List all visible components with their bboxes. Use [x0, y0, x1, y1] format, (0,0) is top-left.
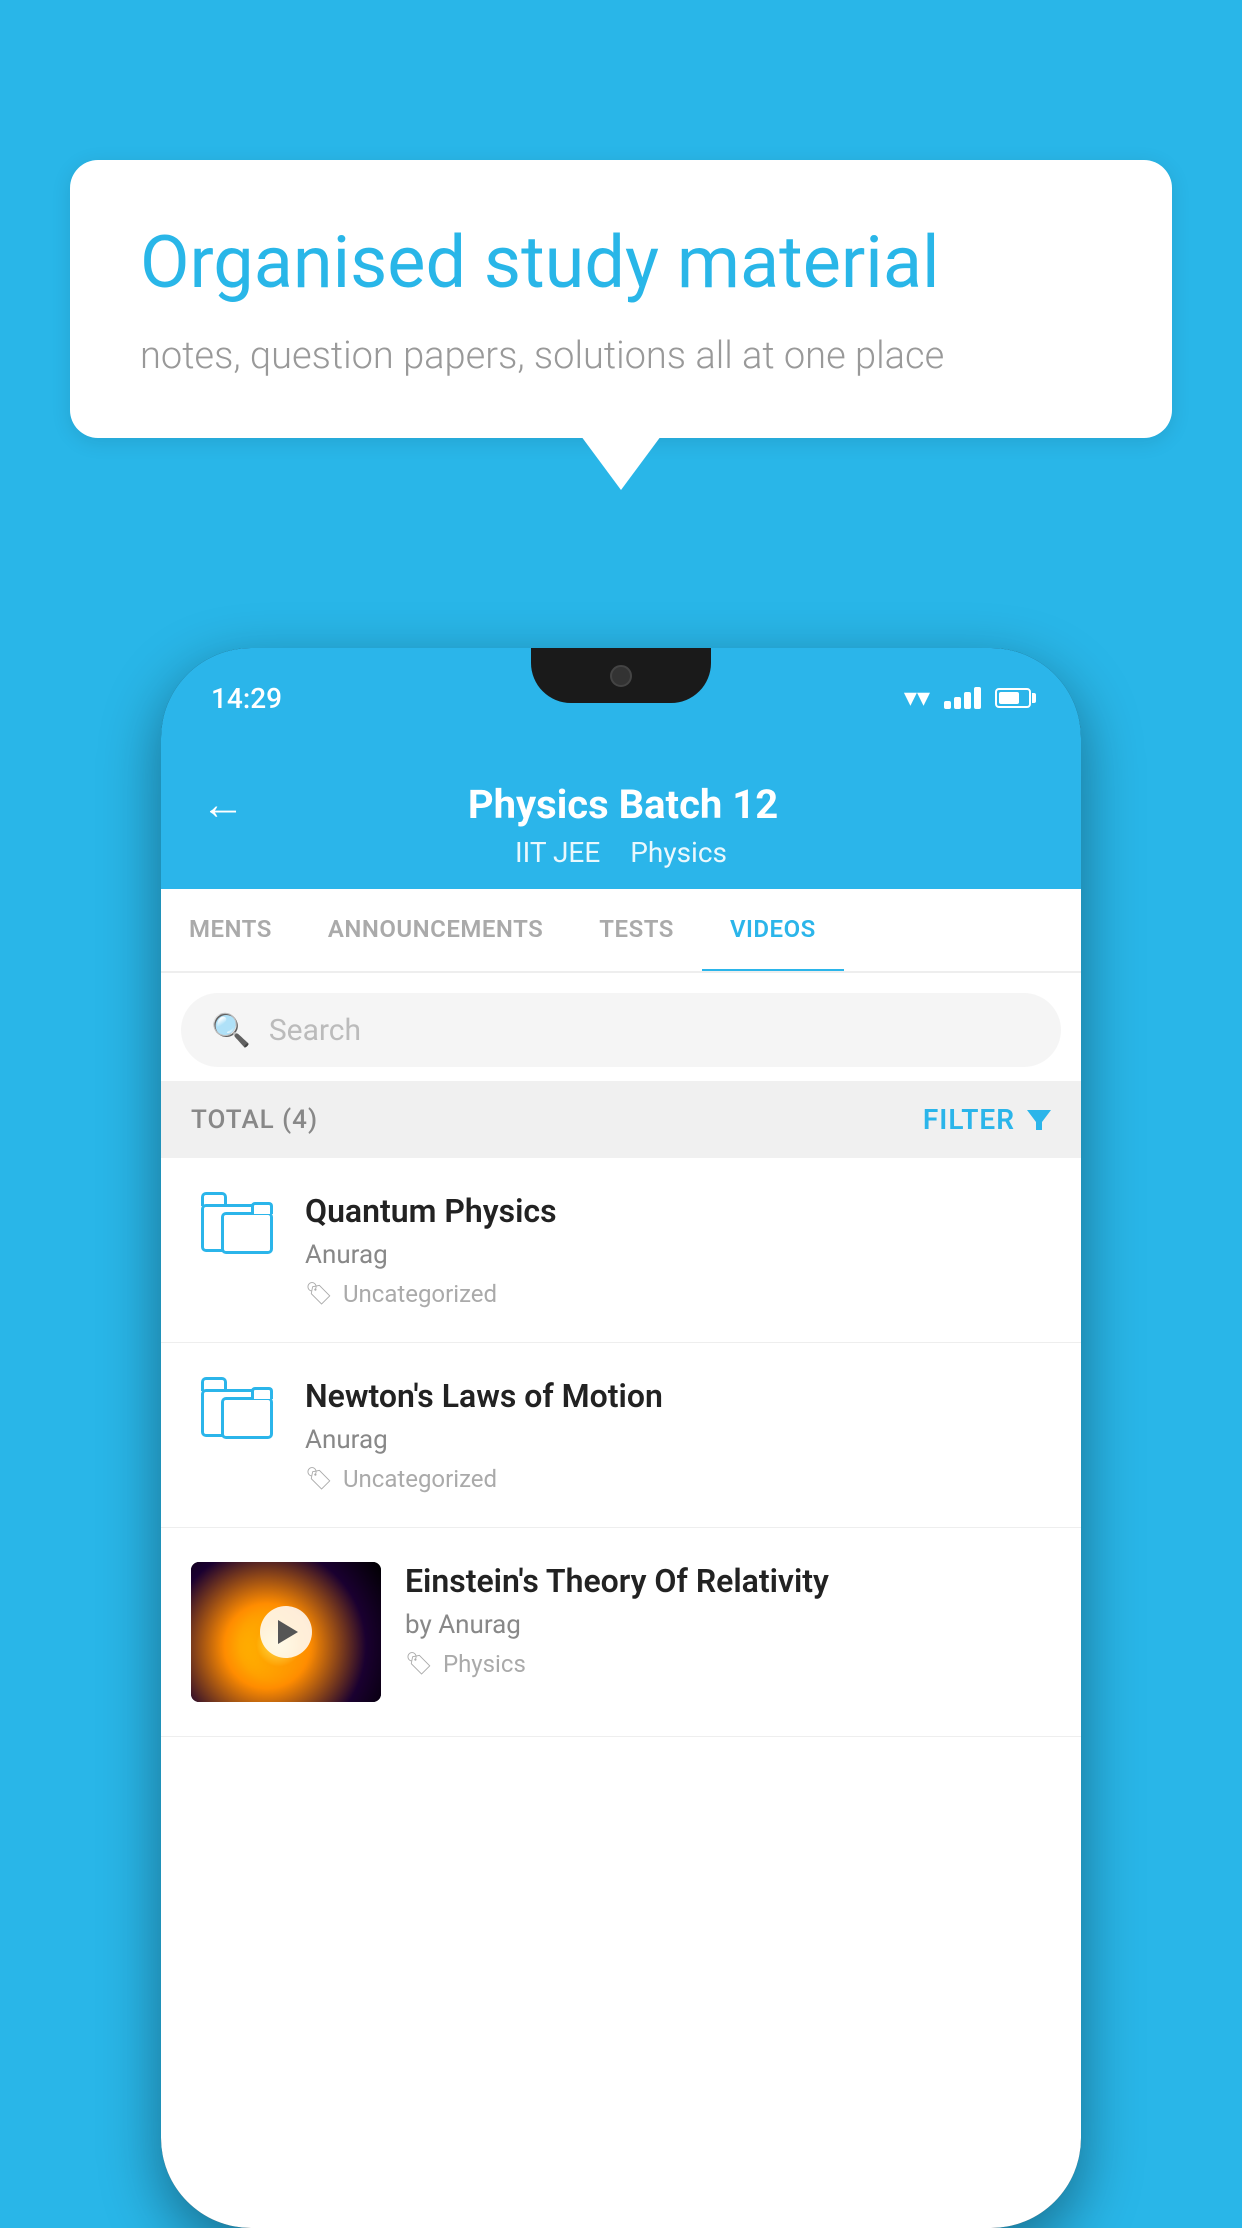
tab-tests[interactable]: TESTS: [571, 889, 702, 971]
speech-bubble: Organised study material notes, question…: [70, 160, 1172, 438]
phone-notch: [531, 648, 711, 703]
tab-ments[interactable]: MENTS: [161, 889, 300, 971]
video-title: Quantum Physics: [305, 1192, 1051, 1230]
subtitle-physics: Physics: [630, 836, 727, 869]
video-tag: 🏷 Uncategorized: [305, 1465, 1051, 1493]
video-author: by Anurag: [405, 1610, 1051, 1640]
signal-icon: [944, 687, 981, 709]
search-icon: 🔍: [211, 1011, 251, 1049]
video-tag: 🏷 Physics: [405, 1650, 1051, 1678]
tab-videos[interactable]: VIDEOS: [702, 889, 844, 973]
folder-icon: [191, 1377, 281, 1437]
tab-announcements[interactable]: ANNOUNCEMENTS: [300, 889, 571, 971]
filter-button[interactable]: FILTER: [923, 1103, 1051, 1136]
tabs-bar: MENTS ANNOUNCEMENTS TESTS VIDEOS: [161, 889, 1081, 973]
camera: [610, 665, 632, 687]
video-info: Einstein's Theory Of Relativity by Anura…: [405, 1562, 1051, 1678]
search-input[interactable]: Search: [269, 1013, 361, 1048]
wifi-icon: ▾▾: [904, 683, 930, 713]
header-top: ← Physics Batch 12: [201, 778, 1041, 830]
list-item[interactable]: Einstein's Theory Of Relativity by Anura…: [161, 1528, 1081, 1737]
folder-icon: [191, 1192, 281, 1252]
video-thumbnail: [191, 1562, 381, 1702]
video-info: Quantum Physics Anurag 🏷 Uncategorized: [305, 1192, 1051, 1308]
battery-icon: [995, 688, 1031, 708]
phone-frame: 14:29 ▾▾ ← Physics Batch 12 I: [161, 648, 1081, 2228]
video-title: Newton's Laws of Motion: [305, 1377, 1051, 1415]
filter-bar: TOTAL (4) FILTER: [161, 1081, 1081, 1158]
tag-icon: 🏷: [305, 1282, 333, 1307]
status-icons: ▾▾: [904, 683, 1031, 713]
filter-funnel-icon: [1027, 1110, 1051, 1130]
video-author: Anurag: [305, 1425, 1051, 1455]
video-title: Einstein's Theory Of Relativity: [405, 1562, 1051, 1600]
play-button[interactable]: [260, 1606, 312, 1658]
header-subtitle: IIT JEE Physics: [515, 836, 727, 869]
subtitle-iitjee: IIT JEE: [515, 836, 600, 869]
status-bar: 14:29 ▾▾: [161, 648, 1081, 748]
status-time: 14:29: [211, 682, 282, 715]
phone-screen: ← Physics Batch 12 IIT JEE Physics MENTS…: [161, 748, 1081, 2228]
video-author: Anurag: [305, 1240, 1051, 1270]
video-info: Newton's Laws of Motion Anurag 🏷 Uncateg…: [305, 1377, 1051, 1493]
tag-icon: 🏷: [305, 1467, 333, 1492]
back-button[interactable]: ←: [201, 778, 245, 830]
list-item[interactable]: Newton's Laws of Motion Anurag 🏷 Uncateg…: [161, 1343, 1081, 1528]
speech-bubble-heading: Organised study material: [140, 220, 1102, 306]
app-header: ← Physics Batch 12 IIT JEE Physics: [161, 748, 1081, 889]
search-container: 🔍 Search: [161, 973, 1081, 1081]
speech-bubble-subtext: notes, question papers, solutions all at…: [140, 334, 1102, 378]
speech-bubble-container: Organised study material notes, question…: [70, 160, 1172, 438]
page-title: Physics Batch 12: [245, 781, 1001, 828]
list-item[interactable]: Quantum Physics Anurag 🏷 Uncategorized: [161, 1158, 1081, 1343]
search-bar[interactable]: 🔍 Search: [181, 993, 1061, 1067]
video-tag: 🏷 Uncategorized: [305, 1280, 1051, 1308]
tag-icon: 🏷: [405, 1652, 433, 1677]
total-count: TOTAL (4): [191, 1105, 318, 1135]
video-list: Quantum Physics Anurag 🏷 Uncategorized: [161, 1158, 1081, 1737]
